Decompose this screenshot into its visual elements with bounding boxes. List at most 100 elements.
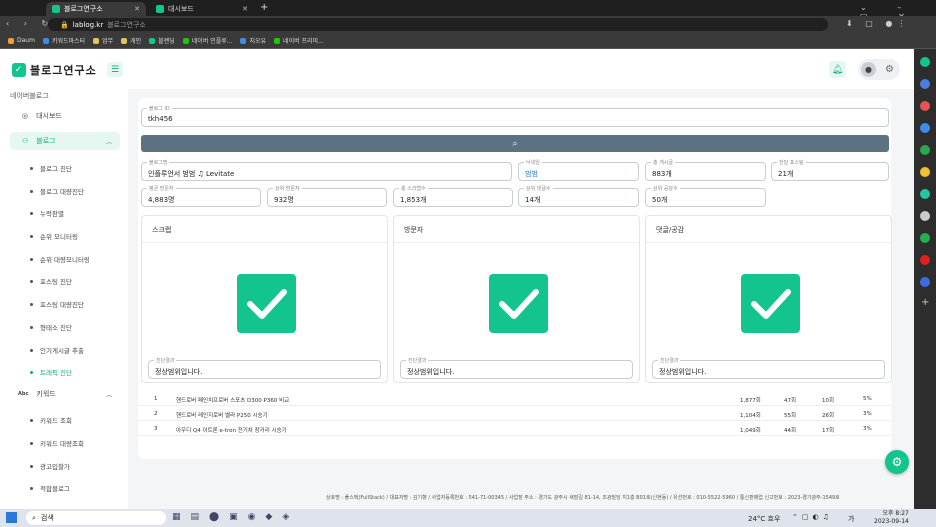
- sidebar-subitem[interactable]: 블로그 대량진단: [30, 186, 84, 196]
- sidebar-subitem[interactable]: 블로그 진단: [30, 163, 72, 173]
- footer-info: 상호명 : 풀스택(FullStack) / 대표자명 : 김기향 / 사업자등…: [326, 495, 840, 501]
- tab-dashboard[interactable]: 대시보드 ✕: [150, 2, 254, 16]
- logo-icon: ✓: [12, 63, 26, 77]
- logo[interactable]: ✓ 블로그연구소: [12, 62, 97, 78]
- sidebar-subitem[interactable]: 형태소 진단: [30, 322, 72, 332]
- blog-id-field[interactable]: 블로그 ID tkh456: [141, 105, 889, 127]
- top-comments-field: 상위 댓글수 14개: [518, 185, 639, 207]
- new-tab-button[interactable]: +: [260, 2, 268, 13]
- weather-widget[interactable]: 24°C 흐우: [748, 514, 780, 524]
- extension-icon[interactable]: [920, 189, 930, 199]
- sidebar-subitem[interactable]: 키워드 대량조회: [30, 438, 84, 448]
- sidebar-subitem[interactable]: 키워드 조회: [30, 415, 72, 425]
- bell-icon[interactable]: 🔔︎: [829, 61, 846, 78]
- extension-icon[interactable]: [920, 123, 930, 133]
- bookmarks-bar: Daum 키워드마스터 업무 개인 블랜딩 네이버 인플루... 지오유 네이버…: [0, 33, 936, 49]
- top-likes-field: 상위 공감수 50개: [645, 185, 766, 207]
- url-host: lablog.kr: [72, 20, 104, 29]
- add-extension-icon[interactable]: +: [921, 297, 929, 308]
- bookmark-folder[interactable]: 개인: [121, 36, 141, 45]
- sidebar-section-title: 네이버블로그: [10, 92, 49, 100]
- result-field: 진단결과 정상범위입니다.: [148, 357, 381, 379]
- sidebar-subitem[interactable]: 포스팅 대량진단: [30, 299, 84, 309]
- sidebar-subitem[interactable]: 누락판별: [30, 208, 64, 218]
- bookmark-folder[interactable]: 업무: [93, 36, 113, 45]
- extension-icon[interactable]: [920, 79, 930, 89]
- browser-toolbar-icons[interactable]: ⬇ ▢ ●⋮: [846, 19, 910, 28]
- favicon-icon: [156, 5, 164, 13]
- hamburger-icon[interactable]: ☰: [107, 62, 123, 77]
- visitor-panel: 방문자 진단결과 정상범위입니다.: [393, 215, 640, 383]
- result-field: 진단결과 정상범위입니다.: [652, 357, 885, 379]
- close-tab-icon[interactable]: ✕: [134, 5, 140, 13]
- top-nav: ✓ 블로그연구소 ☰ 🔔︎ ● ⚙: [0, 49, 914, 89]
- logo-text: 블로그연구소: [30, 64, 97, 77]
- sidebar-item-label: 키워드: [36, 390, 56, 398]
- sidebar-item-keyword[interactable]: Abc 키워드 ︿: [10, 385, 120, 403]
- clock[interactable]: 오후 8:27 2023-09-14: [874, 510, 909, 526]
- taskbar: ⌕ 검색 ▦▤⬤▣◉◆◈ 24°C 흐우 ⌃▢◐♫ 가 오후 8:27 2023…: [0, 509, 936, 527]
- address-bar-row: ‹ › ↻ 🔒 lablog.kr 블로그연구소 ⬇ ▢ ●⋮: [0, 16, 936, 33]
- page: ✓ 블로그연구소 ☰ 🔔︎ ● ⚙ 네이버블로그 ◎ 대시보드 ⚇ 블로그 ︿ …: [0, 49, 914, 509]
- nickname-field[interactable]: 닉네임 범범: [518, 159, 639, 181]
- sidebar-item-blog[interactable]: ⚇ 블로그 ︿: [10, 132, 120, 150]
- settings-fab[interactable]: ⚙: [885, 450, 909, 474]
- tab-label: 대시보드: [168, 5, 194, 13]
- extension-icon[interactable]: [920, 167, 930, 177]
- tab-blog-lab[interactable]: 블로그연구소 ✕: [46, 2, 146, 16]
- top-visitors-field: 상위 방문자 932명: [267, 185, 387, 207]
- taskbar-search[interactable]: ⌕ 검색: [26, 511, 166, 525]
- windows-start-icon[interactable]: [6, 512, 17, 523]
- ime-indicator[interactable]: 가: [848, 514, 854, 524]
- close-tab-icon[interactable]: ✕: [242, 5, 248, 13]
- extension-icon[interactable]: [920, 277, 930, 287]
- comment-like-panel: 댓글/공감 진단결과 정상범위입니다.: [645, 215, 892, 383]
- sidebar-subitem[interactable]: 순위 대량모니터링: [30, 254, 90, 264]
- sidebar-subitem[interactable]: 포스팅 진단: [30, 276, 72, 286]
- check-icon: [741, 274, 800, 333]
- bookmark-item[interactable]: 네이버 인플루...: [182, 36, 232, 45]
- blog-name-field: 블로그명 인플루언서 범범 ♫ Levitate: [141, 159, 512, 181]
- bookmark-item[interactable]: 키워드마스터: [42, 36, 85, 45]
- extension-icon[interactable]: [920, 145, 930, 155]
- user-menu[interactable]: ● ⚙: [858, 59, 900, 80]
- sidebar-subitem[interactable]: 광고입찰가: [30, 461, 70, 471]
- search-button[interactable]: ⌕: [141, 135, 889, 152]
- sidebar-subitem-active[interactable]: 트래픽 진단: [30, 367, 72, 377]
- sidebar-subitem[interactable]: 인기게시글 추출: [30, 345, 84, 355]
- table-row[interactable]: 2 핸드로버 레인지로버 벨라 P250 시승기 1,104회 55회 26회 …: [138, 406, 891, 421]
- url-title: 블로그연구소: [107, 20, 146, 29]
- system-tray-icons[interactable]: ⌃▢◐♫: [792, 513, 833, 521]
- extension-icon[interactable]: [920, 255, 930, 265]
- search-icon: ⌕: [32, 513, 36, 522]
- extension-icon[interactable]: [920, 101, 930, 111]
- extension-icon[interactable]: [920, 57, 930, 67]
- table-row[interactable]: 3 아우디 Q4 이트론 e-tron 전기차 장거리 시승기 1,049회 4…: [138, 421, 891, 436]
- nav-buttons[interactable]: ‹ › ↻: [6, 19, 54, 28]
- url-field[interactable]: 🔒 lablog.kr 블로그연구소: [48, 18, 828, 31]
- chevron-up-icon: ︿: [105, 391, 112, 399]
- bookmark-item[interactable]: Daum: [8, 37, 35, 44]
- sidebar-item-label: 블로그: [36, 137, 56, 145]
- browser-tab-bar: 블로그연구소 ✕ 대시보드 ✕ + ⌄ – ▢ ✕: [0, 0, 936, 21]
- extension-icon[interactable]: [920, 233, 930, 243]
- gear-icon[interactable]: ⚙: [883, 63, 896, 76]
- avatar[interactable]: ●: [861, 62, 876, 77]
- favicon-icon: [52, 5, 60, 13]
- bookmark-item[interactable]: 블랜딩: [149, 36, 175, 45]
- taskbar-apps[interactable]: ▦▤⬤▣◉◆◈: [172, 512, 299, 522]
- extension-icon[interactable]: [920, 211, 930, 221]
- sidebar-subitem[interactable]: 적합블로그: [30, 483, 70, 493]
- total-scraps-field: 총 스크랩수 1,853개: [393, 185, 513, 207]
- gear-icon: ⚙: [891, 455, 903, 469]
- sidebar-item-dashboard[interactable]: ◎ 대시보드: [10, 107, 120, 125]
- bookmark-item[interactable]: 지오유: [240, 36, 266, 45]
- chevron-up-icon: ︿: [105, 138, 112, 146]
- bookmark-item[interactable]: 네이버 프리미...: [274, 36, 324, 45]
- search-icon: ⌕: [512, 138, 518, 149]
- extension-rail: +: [914, 49, 936, 509]
- diagnosis-card: 블로그 ID tkh456 ⌕ 블로그명 인플루언서 범범 ♫ Levitate…: [138, 98, 892, 459]
- dashboard-icon: ◎: [22, 112, 29, 120]
- sidebar-subitem[interactable]: 순위 모니터링: [30, 231, 78, 241]
- table-row[interactable]: 1 핸드로버 페인치프로버 스포츠 D300 P360 비교 1,877회 47…: [138, 391, 891, 406]
